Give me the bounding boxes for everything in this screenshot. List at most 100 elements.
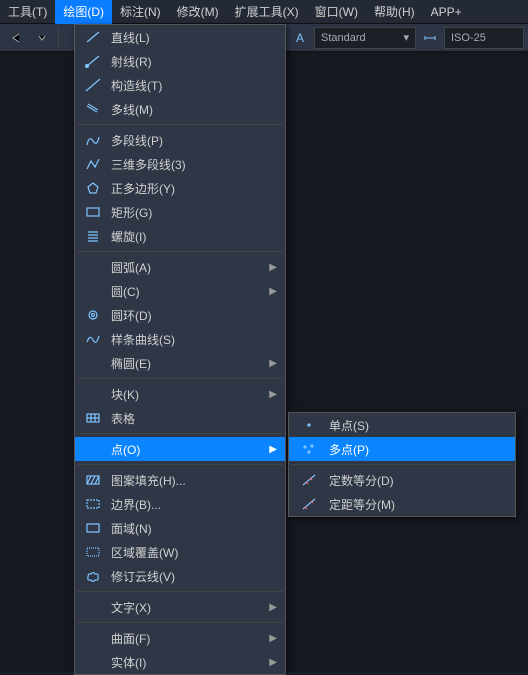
menu-item-mline-icon[interactable]: 多线(M) xyxy=(75,97,285,121)
menu-item-label: 圆环(D) xyxy=(111,307,277,324)
submenu-item-label: 单点(S) xyxy=(329,417,507,434)
combo-iso-value: ISO-25 xyxy=(451,32,486,44)
combo-standard-value: Standard xyxy=(321,32,366,44)
xline-icon xyxy=(83,77,103,93)
tool-dropdown-icon[interactable] xyxy=(30,26,54,50)
table-icon xyxy=(83,410,103,426)
menu-tools[interactable]: 工具(T) xyxy=(0,0,55,24)
menu-separator xyxy=(77,464,283,465)
chevron-right-icon: ▶ xyxy=(269,358,277,369)
menu-item-ray-icon[interactable]: 射线(R) xyxy=(75,49,285,73)
menu-item-label: 螺旋(I) xyxy=(111,228,277,245)
menu-dimension[interactable]: 标注(N) xyxy=(112,0,169,24)
boundary-icon xyxy=(83,496,103,512)
menu-separator xyxy=(77,251,283,252)
ray-icon xyxy=(83,53,103,69)
menu-extend[interactable]: 扩展工具(X) xyxy=(227,0,307,24)
menu-item-label: 面域(N) xyxy=(111,520,277,537)
blank-icon xyxy=(83,441,103,457)
menu-item-label: 三维多段线(3) xyxy=(111,156,277,173)
menu-item-曲面(F)[interactable]: 曲面(F)▶ xyxy=(75,626,285,650)
menu-separator xyxy=(77,591,283,592)
menu-item-donut-icon[interactable]: 圆环(D) xyxy=(75,303,285,327)
menu-item-label: 文字(X) xyxy=(111,599,277,616)
chevron-right-icon: ▶ xyxy=(269,262,277,273)
menu-item-spline-icon[interactable]: 样条曲线(S) xyxy=(75,327,285,351)
tool-dim-icon[interactable] xyxy=(418,26,442,50)
menu-help[interactable]: 帮助(H) xyxy=(366,0,423,24)
menu-item-boundary-icon[interactable]: 边界(B)... xyxy=(75,492,285,516)
chevron-right-icon: ▶ xyxy=(269,286,277,297)
menu-draw[interactable]: 绘图(D) xyxy=(55,0,112,24)
submenu-item-label: 多点(P) xyxy=(329,441,507,458)
menu-item-label: 区域覆盖(W) xyxy=(111,544,277,561)
line-icon xyxy=(83,29,103,45)
menu-item-revcloud-icon[interactable]: 修订云线(V) xyxy=(75,564,285,588)
chevron-down-icon: ▾ xyxy=(403,31,409,44)
menu-item-label: 曲面(F) xyxy=(111,630,277,647)
menu-item-wipeout-icon[interactable]: 区域覆盖(W) xyxy=(75,540,285,564)
menu-separator xyxy=(77,124,283,125)
pline-icon xyxy=(83,132,103,148)
draw-dropdown: 直线(L) 射线(R) 构造线(T) 多线(M) 多段线(P) 三维多段线(3) 正多边形(… xyxy=(74,24,286,675)
blank-icon xyxy=(83,654,103,670)
combo-iso[interactable]: ISO-25 xyxy=(444,27,524,49)
menu-item-region-icon[interactable]: 面域(N) xyxy=(75,516,285,540)
menu-modify[interactable]: 修改(M) xyxy=(169,0,227,24)
menu-item-椭圆(E)[interactable]: 椭圆(E)▶ xyxy=(75,351,285,375)
menu-item-label: 圆(C) xyxy=(111,283,277,300)
menu-item-label: 矩形(G) xyxy=(111,204,277,221)
menu-window[interactable]: 窗口(W) xyxy=(307,0,366,24)
menu-item-pline3d-icon[interactable]: 三维多段线(3) xyxy=(75,152,285,176)
menu-item-label: 直线(L) xyxy=(111,29,277,46)
menu-item-label: 多线(M) xyxy=(111,101,277,118)
menu-item-块(K)[interactable]: 块(K)▶ xyxy=(75,382,285,406)
submenu-item-label: 定距等分(M) xyxy=(329,496,507,513)
toolbar-separator xyxy=(58,28,59,48)
divide-icon xyxy=(297,472,321,488)
menu-separator xyxy=(77,433,283,434)
menu-item-polygon-icon[interactable]: 正多边形(Y) xyxy=(75,176,285,200)
mline-icon xyxy=(83,101,103,117)
menu-item-圆弧(A)[interactable]: 圆弧(A)▶ xyxy=(75,255,285,279)
rect-icon xyxy=(83,204,103,220)
combo-standard[interactable]: Standard ▾ xyxy=(314,27,416,49)
tool-undo-icon[interactable] xyxy=(4,26,28,50)
submenu-item-divide-icon[interactable]: 定数等分(D) xyxy=(289,468,515,492)
blank-icon xyxy=(83,355,103,371)
menu-item-label: 块(K) xyxy=(111,386,277,403)
menu-item-table-icon[interactable]: 表格 xyxy=(75,406,285,430)
submenu-item-point-single-icon[interactable]: 单点(S) xyxy=(289,413,515,437)
tool-a-icon[interactable]: A xyxy=(288,26,312,50)
menu-item-圆(C)[interactable]: 圆(C)▶ xyxy=(75,279,285,303)
menu-separator xyxy=(77,622,283,623)
menu-item-line-icon[interactable]: 直线(L) xyxy=(75,25,285,49)
chevron-right-icon: ▶ xyxy=(269,657,277,668)
chevron-right-icon: ▶ xyxy=(269,444,277,455)
blank-icon xyxy=(83,283,103,299)
menu-app[interactable]: APP+ xyxy=(423,0,470,24)
menu-item-label: 射线(R) xyxy=(111,53,277,70)
menu-item-点(O)[interactable]: 点(O)▶ xyxy=(75,437,285,461)
chevron-right-icon: ▶ xyxy=(269,389,277,400)
menu-item-文字(X)[interactable]: 文字(X)▶ xyxy=(75,595,285,619)
menu-item-label: 样条曲线(S) xyxy=(111,331,277,348)
helix-icon xyxy=(83,228,103,244)
point-multi-icon xyxy=(297,441,321,457)
menu-item-label: 椭圆(E) xyxy=(111,355,277,372)
menu-item-实体(I)[interactable]: 实体(I)▶ xyxy=(75,650,285,674)
menu-item-hatch-icon[interactable]: 图案填充(H)... xyxy=(75,468,285,492)
point-single-icon xyxy=(297,417,321,433)
menu-item-label: 表格 xyxy=(111,410,277,427)
menu-item-label: 构造线(T) xyxy=(111,77,277,94)
polygon-icon xyxy=(83,180,103,196)
menu-item-label: 圆弧(A) xyxy=(111,259,277,276)
menu-separator xyxy=(77,378,283,379)
menu-item-xline-icon[interactable]: 构造线(T) xyxy=(75,73,285,97)
region-icon xyxy=(83,520,103,536)
submenu-item-measure-icon[interactable]: 定距等分(M) xyxy=(289,492,515,516)
submenu-item-point-multi-icon[interactable]: 多点(P) xyxy=(289,437,515,461)
menu-item-rect-icon[interactable]: 矩形(G) xyxy=(75,200,285,224)
menu-item-helix-icon[interactable]: 螺旋(I) xyxy=(75,224,285,248)
menu-item-pline-icon[interactable]: 多段线(P) xyxy=(75,128,285,152)
